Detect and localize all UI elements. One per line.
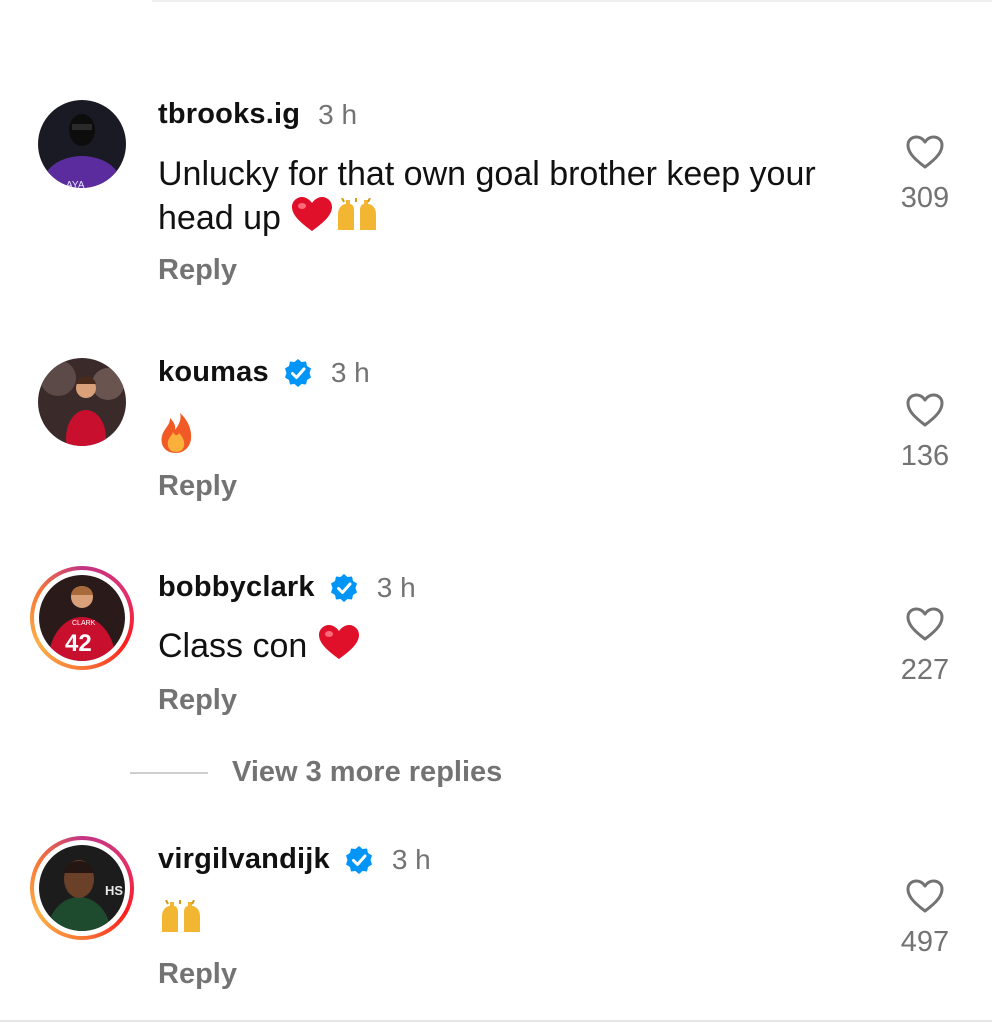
heart-icon[interactable] [905, 392, 945, 428]
comment-text [158, 898, 838, 945]
avatar-shirt-number: 42 [65, 630, 92, 657]
verified-badge-icon [330, 573, 357, 602]
comment-text: Class con [158, 624, 838, 672]
timestamp: 3 h [330, 356, 370, 388]
bottom-divider [0, 1020, 992, 1022]
red-heart-emoji [290, 196, 334, 244]
reply-button[interactable]: Reply [158, 254, 237, 287]
like-group: 136 [880, 392, 970, 473]
avatar-backdrop-text: HS [105, 883, 123, 898]
avatar-photo: CLARK 42 [39, 575, 125, 661]
verified-badge-icon [284, 358, 311, 387]
comment-body: Class con [158, 627, 308, 665]
avatar[interactable]: CLARK 42 [30, 566, 134, 670]
avatar-photo: HS [39, 845, 125, 931]
avatar[interactable] [38, 358, 126, 446]
username[interactable]: tbrooks.ig [158, 98, 300, 131]
red-heart-emoji [317, 624, 361, 672]
timestamp: 3 h [391, 843, 431, 875]
like-count: 227 [900, 654, 950, 686]
comment-header: virgilvandijk 3 h [158, 843, 431, 876]
username[interactable]: virgilvandijk [158, 843, 330, 876]
reply-button[interactable]: Reply [158, 684, 237, 717]
comment-header: bobbyclark 3 h [158, 571, 416, 604]
comment-header: koumas 3 h [158, 356, 370, 389]
heart-icon[interactable] [905, 606, 945, 642]
raising-hands-emoji [158, 899, 204, 945]
username[interactable]: koumas [158, 356, 269, 389]
comment-header: tbrooks.ig 3 h [158, 98, 357, 131]
timestamp: 3 h [376, 571, 416, 603]
reply-button[interactable]: Reply [158, 958, 237, 991]
like-group: 227 [880, 606, 970, 687]
like-group: 497 [880, 878, 970, 959]
like-count: 309 [900, 182, 950, 214]
comment-text: Unlucky for that own goal brother keep y… [158, 152, 838, 244]
view-more-replies-label: View 3 more replies [232, 756, 503, 788]
heart-icon[interactable] [905, 134, 945, 170]
replies-divider [130, 771, 208, 774]
timestamp: 3 h [318, 98, 358, 130]
avatar[interactable]: HS [30, 836, 134, 940]
top-divider [152, 0, 992, 2]
reply-button[interactable]: Reply [158, 470, 237, 503]
comment-text [158, 412, 838, 465]
heart-icon[interactable] [905, 878, 945, 914]
avatar[interactable]: AYA [38, 100, 126, 188]
like-group: 309 [880, 134, 970, 215]
verified-badge-icon [345, 845, 372, 874]
like-count: 136 [900, 440, 950, 472]
raising-hands-emoji [334, 197, 380, 243]
fire-emoji [158, 412, 194, 465]
avatar-shirt-text: AYA [66, 180, 85, 188]
avatar-shirt-name: CLARK [72, 620, 96, 627]
view-more-replies-button[interactable]: View 3 more replies [130, 756, 502, 789]
username[interactable]: bobbyclark [158, 571, 315, 604]
like-count: 497 [900, 926, 950, 958]
comment-body: Unlucky for that own goal brother keep y… [158, 155, 816, 237]
